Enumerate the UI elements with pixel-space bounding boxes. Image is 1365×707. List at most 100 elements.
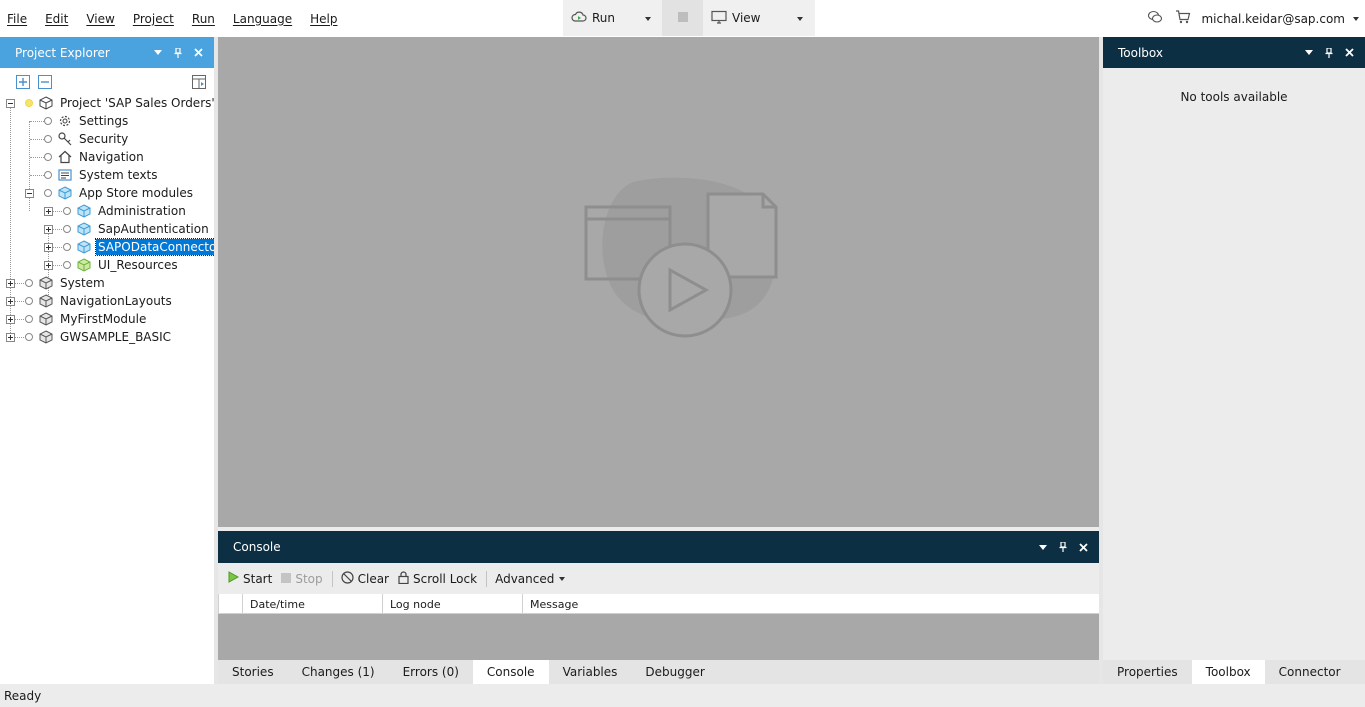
tab-connector[interactable]: Connector: [1265, 660, 1355, 684]
play-icon: [228, 571, 240, 586]
menu-run[interactable]: Run: [192, 12, 215, 26]
tree-item-administration[interactable]: Administration: [44, 202, 188, 220]
status-dot-icon: [63, 261, 71, 269]
run-caret-icon[interactable]: [645, 17, 651, 21]
menu-view[interactable]: View: [86, 12, 114, 26]
tree-item-system-texts[interactable]: System texts: [44, 166, 160, 184]
menu-file[interactable]: File: [7, 12, 27, 26]
panel-menu-icon[interactable]: [1033, 537, 1053, 557]
explorer-toolbar: [0, 68, 214, 96]
log-column-header[interactable]: Message: [523, 594, 1099, 614]
clear-button[interactable]: Clear: [341, 570, 389, 587]
tab-changes[interactable]: Changes (1): [288, 660, 389, 684]
tab-console[interactable]: Console: [472, 660, 549, 684]
log-column-header[interactable]: [219, 594, 243, 614]
toolbox-empty-text: No tools available: [1180, 90, 1288, 104]
chevron-down-icon: [559, 576, 566, 581]
module-cube-icon: [57, 185, 73, 201]
log-column-header[interactable]: Log node: [383, 594, 523, 614]
cart-icon[interactable]: [1175, 9, 1191, 28]
status-dot-icon: [25, 297, 33, 305]
view-caret-icon[interactable]: [797, 17, 803, 21]
start-button[interactable]: Start: [228, 571, 272, 586]
stop-button[interactable]: Stop: [281, 572, 323, 586]
package-icon: [38, 293, 54, 309]
close-icon[interactable]: [1073, 537, 1093, 557]
project-explorer-header: Project Explorer: [0, 37, 214, 68]
console-toolbar: Start Stop Clear Scroll Lock Advanced: [218, 563, 1099, 594]
tree-item-sapauthentication[interactable]: SapAuthentication: [44, 220, 211, 238]
tree-item-navigation[interactable]: Navigation: [44, 148, 146, 166]
expand-toggle-icon[interactable]: [44, 260, 53, 270]
collapse-toggle-icon[interactable]: [6, 98, 15, 108]
tree-item-ui-resources[interactable]: UI_Resources: [44, 256, 180, 274]
status-dot-icon: [63, 225, 71, 233]
console-header: Console: [218, 531, 1099, 563]
tree-item-label: NavigationLayouts: [60, 294, 172, 308]
menu-help[interactable]: Help: [310, 12, 337, 26]
tree-item-navigationlayouts[interactable]: NavigationLayouts: [6, 292, 174, 310]
status-dot-icon: [44, 153, 52, 161]
tree-item-security[interactable]: Security: [44, 130, 130, 148]
scroll-lock-label: Scroll Lock: [413, 571, 478, 586]
run-dropdown-button[interactable]: Run: [563, 0, 663, 36]
gear-icon: [57, 113, 73, 129]
status-dot-icon: [25, 99, 33, 107]
chat-icon[interactable]: [1147, 9, 1163, 28]
menu-project[interactable]: Project: [133, 12, 174, 26]
user-email[interactable]: michal.keidar@sap.com: [1201, 12, 1345, 26]
tree-item-label: System texts: [79, 168, 158, 182]
stop-button[interactable]: [662, 0, 703, 36]
tree-item-app-store-modules[interactable]: App Store modules: [25, 184, 195, 202]
panel-controls: [148, 37, 208, 68]
tab-errors[interactable]: Errors (0): [389, 660, 473, 684]
tree-item-settings[interactable]: Settings: [44, 112, 130, 130]
expand-toggle-icon[interactable]: [6, 314, 15, 324]
user-caret-icon[interactable]: [1353, 16, 1359, 21]
log-column-header[interactable]: Date/time: [243, 594, 383, 614]
panel-menu-icon[interactable]: [148, 43, 168, 63]
tree-item-myfirstmodule[interactable]: MyFirstModule: [6, 310, 148, 328]
console-title: Console: [233, 540, 281, 554]
close-icon[interactable]: [188, 43, 208, 63]
layout-icon[interactable]: [192, 75, 206, 92]
view-label: View: [732, 11, 761, 25]
expand-toggle-icon[interactable]: [44, 206, 53, 216]
close-icon[interactable]: [1339, 43, 1359, 63]
tab-stories[interactable]: Stories: [218, 660, 288, 684]
expand-toggle-icon[interactable]: [44, 224, 53, 234]
pin-icon[interactable]: [1319, 43, 1339, 63]
menu-edit[interactable]: Edit: [45, 12, 68, 26]
tree-item-sapodataconnector[interactable]: SAPODataConnector: [44, 238, 225, 256]
lock-icon: [398, 570, 409, 587]
toolbox-title: Toolbox: [1118, 45, 1163, 60]
tab-variables[interactable]: Variables: [549, 660, 632, 684]
tab-debugger[interactable]: Debugger: [631, 660, 718, 684]
tree-item-label: System: [60, 276, 105, 290]
scroll-lock-button[interactable]: Scroll Lock: [398, 570, 478, 587]
tree-item-system[interactable]: System: [6, 274, 107, 292]
advanced-dropdown[interactable]: Advanced: [495, 571, 566, 586]
pin-icon[interactable]: [168, 43, 188, 63]
log-table-header: Date/time Log node Message: [218, 594, 1099, 614]
console-panel: Console Start Stop Clear Scroll Lock Adv…: [218, 531, 1099, 660]
advanced-label: Advanced: [495, 571, 555, 586]
project-explorer-panel: Project Explorer Project 'SAP Sales Orde…: [0, 37, 225, 684]
collapse-toggle-icon[interactable]: [25, 188, 34, 198]
expand-toggle-icon[interactable]: [6, 332, 15, 342]
tree-item-gwsample-basic[interactable]: GWSAMPLE_BASIC: [6, 328, 173, 346]
tab-toolbox[interactable]: Toolbox: [1191, 660, 1265, 684]
expand-toggle-icon[interactable]: [44, 242, 53, 252]
panel-menu-icon[interactable]: [1299, 43, 1319, 63]
expand-all-icon[interactable]: [16, 75, 30, 92]
pin-icon[interactable]: [1053, 537, 1073, 557]
tree-item-project[interactable]: Project 'SAP Sales Orders': [6, 94, 217, 112]
menu-language[interactable]: Language: [233, 12, 292, 26]
package-icon: [38, 311, 54, 327]
expand-toggle-icon[interactable]: [6, 296, 15, 306]
tab-properties[interactable]: Properties: [1103, 660, 1192, 684]
collapse-all-icon[interactable]: [38, 75, 52, 92]
view-dropdown-button[interactable]: View: [703, 0, 815, 36]
menubar: File Edit View Project Run Language Help…: [0, 0, 1365, 37]
expand-toggle-icon[interactable]: [6, 278, 15, 288]
